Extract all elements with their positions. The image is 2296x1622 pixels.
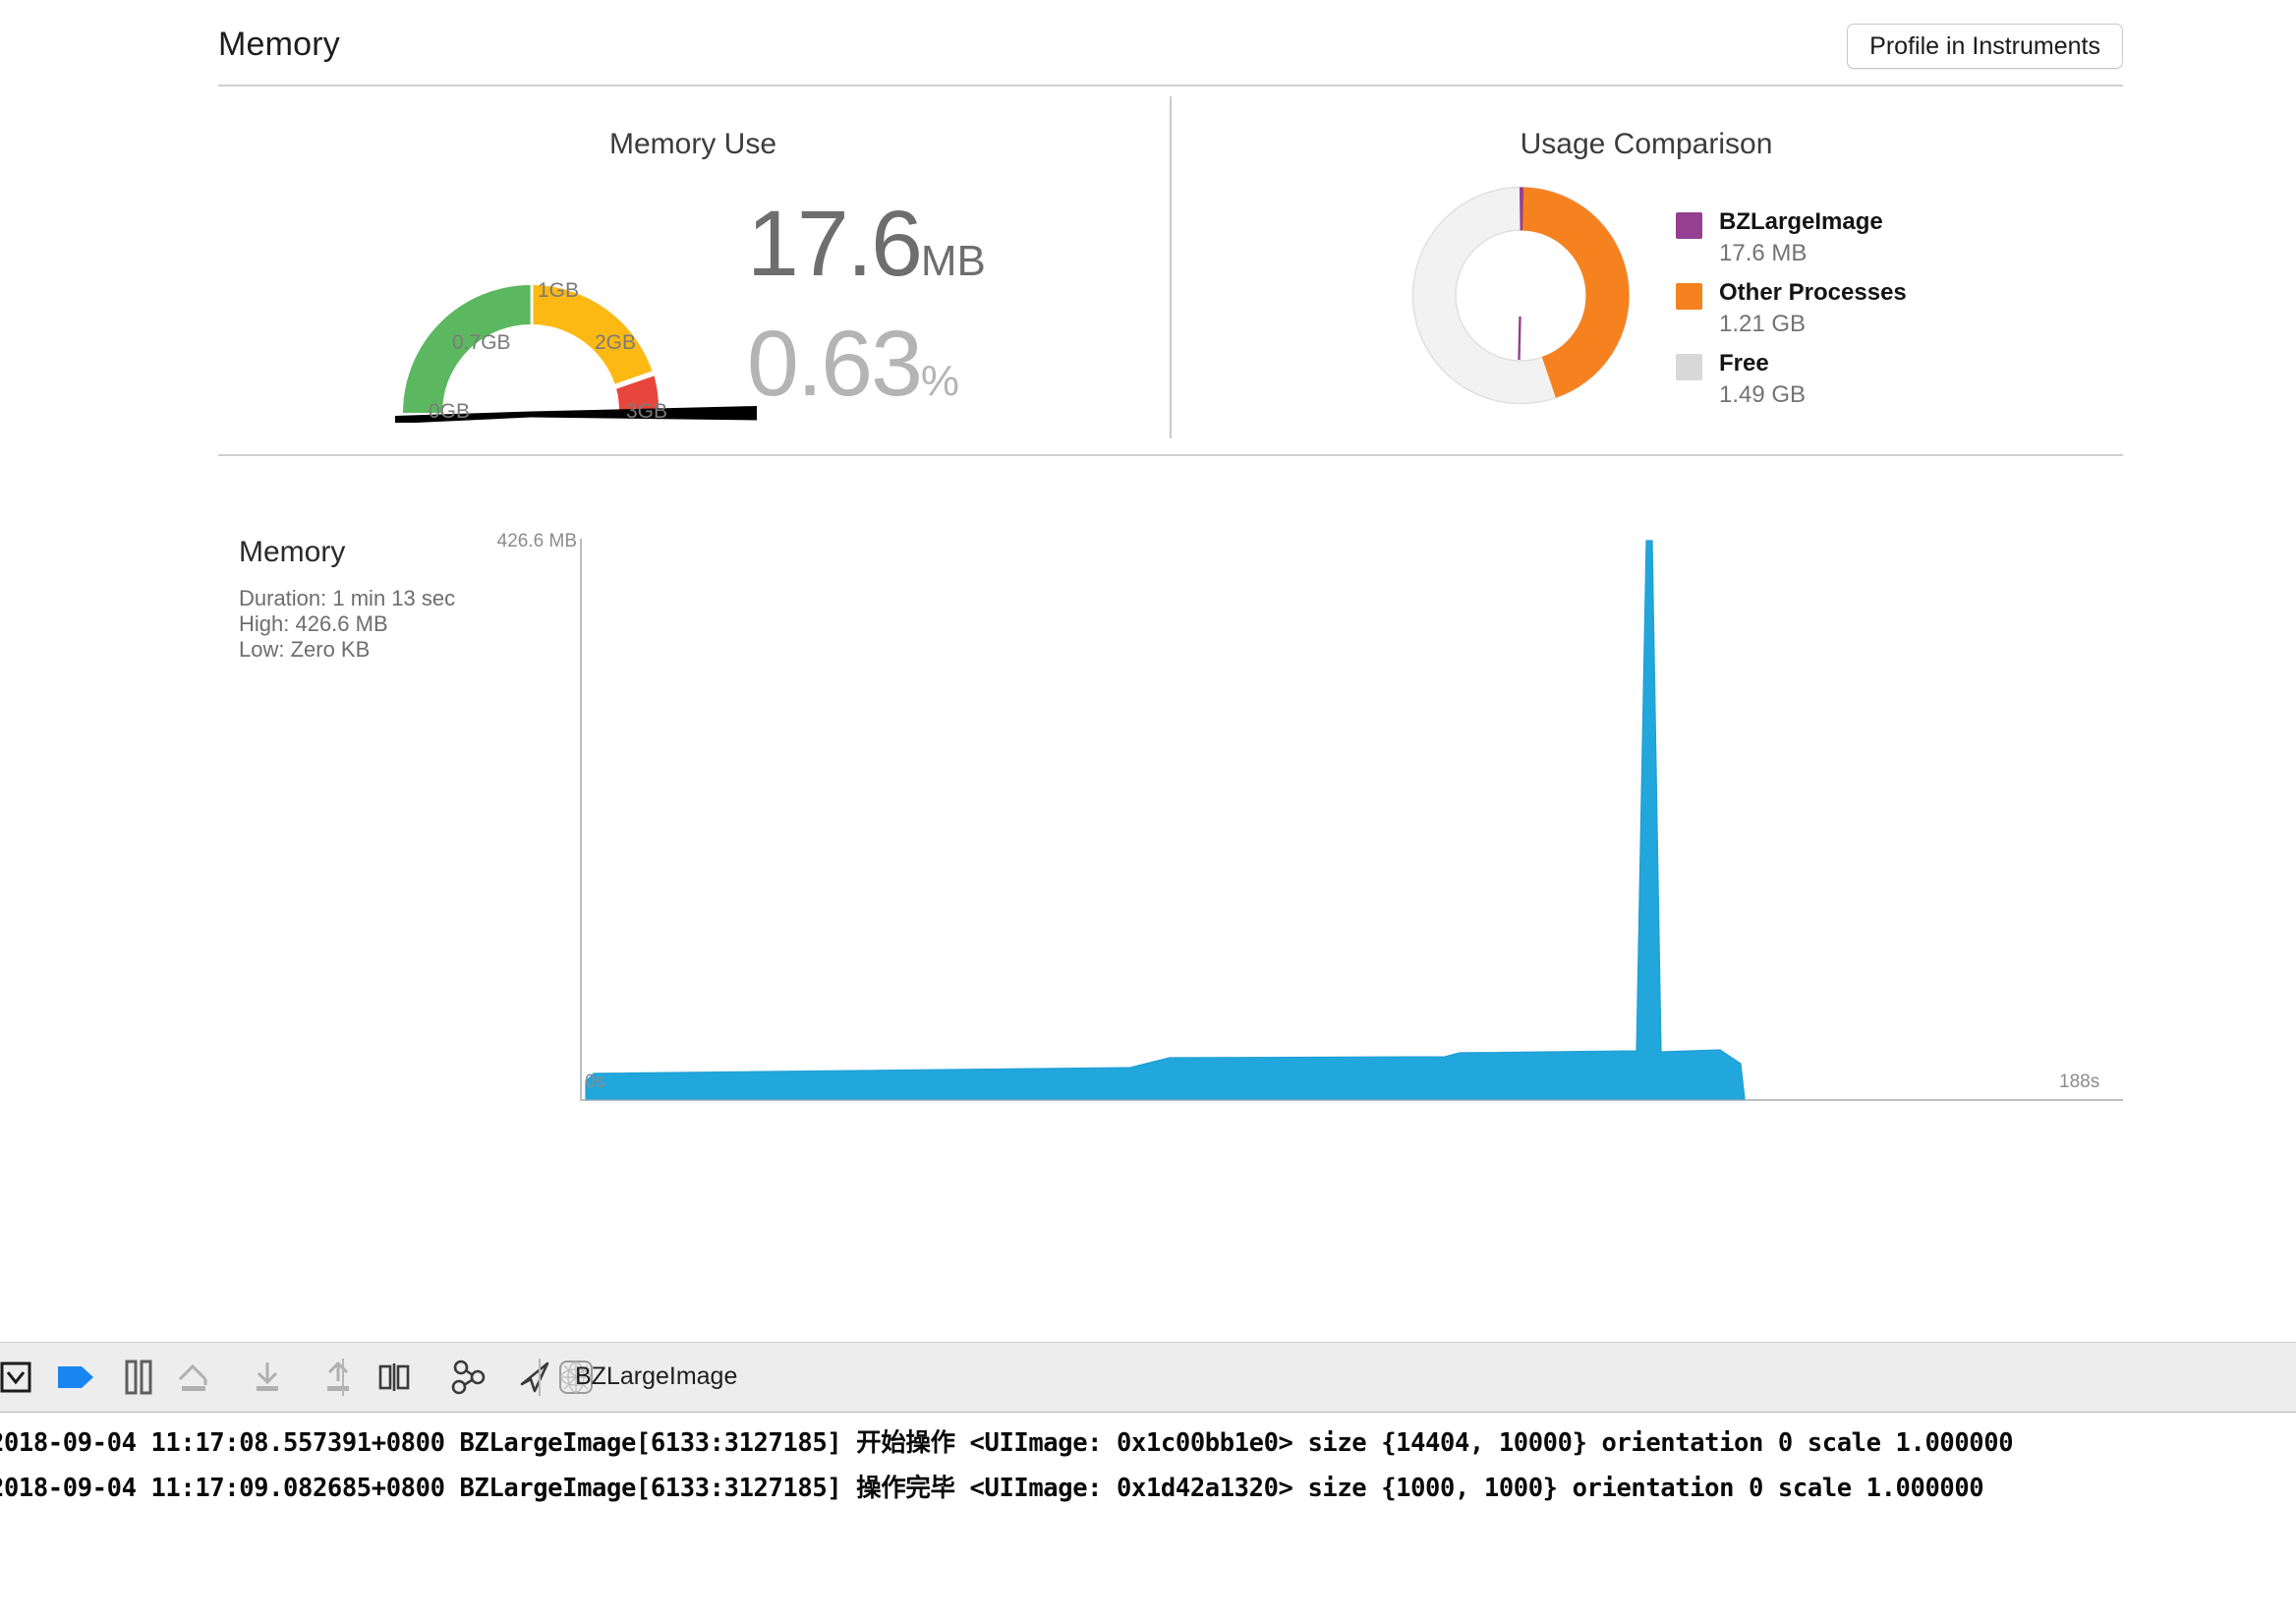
legend-name-bzlargeimage: BZLargeImage [1719,208,1883,236]
profile-in-instruments-button[interactable]: Profile in Instruments [1847,24,2123,69]
legend-item[interactable]: Free 1.49 GB [1676,350,2089,411]
memory-percent-number: 0.63 [747,312,921,416]
gauge-tick-1gb: 1GB [538,279,579,303]
memory-percent-unit: % [921,357,959,405]
memory-percent: 0.63% [747,315,1071,431]
panel-vertical-divider [1170,96,1172,438]
console-log-line: 2018-09-04 11:17:09.082685+0800 BZLargeI… [0,1466,1983,1511]
console-log-line: 2018-09-04 11:17:08.557391+0800 BZLargeI… [0,1420,2013,1466]
memory-graph-duration: Duration: 1 min 13 sec [239,586,455,611]
step-over-arrow-icon[interactable] [157,1343,236,1412]
panel-header: Memory Profile in Instruments [218,10,2123,81]
memory-gauge-panel: Memory Profile in Instruments Memory Use… [0,0,2296,1317]
memory-graph-plot[interactable] [580,521,2123,1106]
memory-value-number: 17.6 [747,192,921,296]
page-title: Memory [218,26,340,64]
memory-timeline-section: Memory Duration: 1 min 13 sec High: 426.… [0,511,2296,1121]
memory-graph-high: High: 426.6 MB [239,611,455,637]
header-divider [218,85,2123,87]
legend-name-other-processes: Other Processes [1719,279,1907,307]
memory-readout: 17.6MB 0.63% [747,197,1071,431]
memory-value: 17.6MB [747,197,1071,309]
legend-swatch-bzlargeimage [1676,212,1702,239]
gauge-tick-3gb: 3GB [626,400,667,424]
usage-comparison-title: Usage Comparison [1450,128,1843,161]
donut-leader-line [1520,317,1521,360]
memory-use-title: Memory Use [496,128,890,161]
scheme-name-label[interactable]: BZLargeImage [575,1362,737,1391]
memory-graph-title: Memory [239,536,345,569]
section-divider [218,454,2123,456]
memory-graph-x-max-label: 188s [2059,1072,2099,1093]
legend-name-free: Free [1719,350,1769,377]
usage-comparison-legend: BZLargeImage 17.6 MB Other Processes 1.2… [1676,208,2089,421]
legend-value-other-processes: 1.21 GB [1719,311,1806,338]
memory-value-unit: MB [921,237,986,285]
step-over-icon[interactable] [0,1343,45,1412]
view-hierarchy-icon[interactable] [356,1343,434,1412]
console-output[interactable]: 2018-09-04 11:17:08.557391+0800 BZLargeI… [0,1416,2296,1622]
gauge-tick-0gb: 0GB [429,400,470,424]
memory-graph-y-axis-max: 426.6 MB [496,531,577,552]
toolbar-separator [342,1359,344,1396]
legend-swatch-other-processes [1676,283,1702,310]
gauge-svg [334,187,806,423]
continue-icon[interactable] [41,1343,110,1412]
donut-svg [1410,185,1632,406]
step-into-icon[interactable] [228,1343,307,1412]
legend-value-bzlargeimage: 17.6 MB [1719,240,1807,267]
gauge-tick-2gb: 2GB [595,331,636,355]
memory-graph-x-min-label: 0s [585,1072,604,1093]
memory-use-gauge: 1GB 0.7GB 2GB 0GB 3GB [334,187,806,423]
memory-graph-low: Low: Zero KB [239,637,455,663]
gauge-tick-0-7gb: 0.7GB [452,331,511,355]
toolbar-separator [539,1359,541,1396]
legend-swatch-free [1676,354,1702,380]
legend-value-free: 1.49 GB [1719,381,1806,409]
memory-graph-meta: Duration: 1 min 13 sec High: 426.6 MB Lo… [239,586,455,663]
legend-item[interactable]: Other Processes 1.21 GB [1676,279,2089,340]
legend-item[interactable]: BZLargeImage 17.6 MB [1676,208,2089,269]
debug-toolbar: BZLargeImage [0,1342,2296,1413]
usage-comparison-donut [1410,185,1632,406]
memory-graph-area-series [580,521,2123,1106]
